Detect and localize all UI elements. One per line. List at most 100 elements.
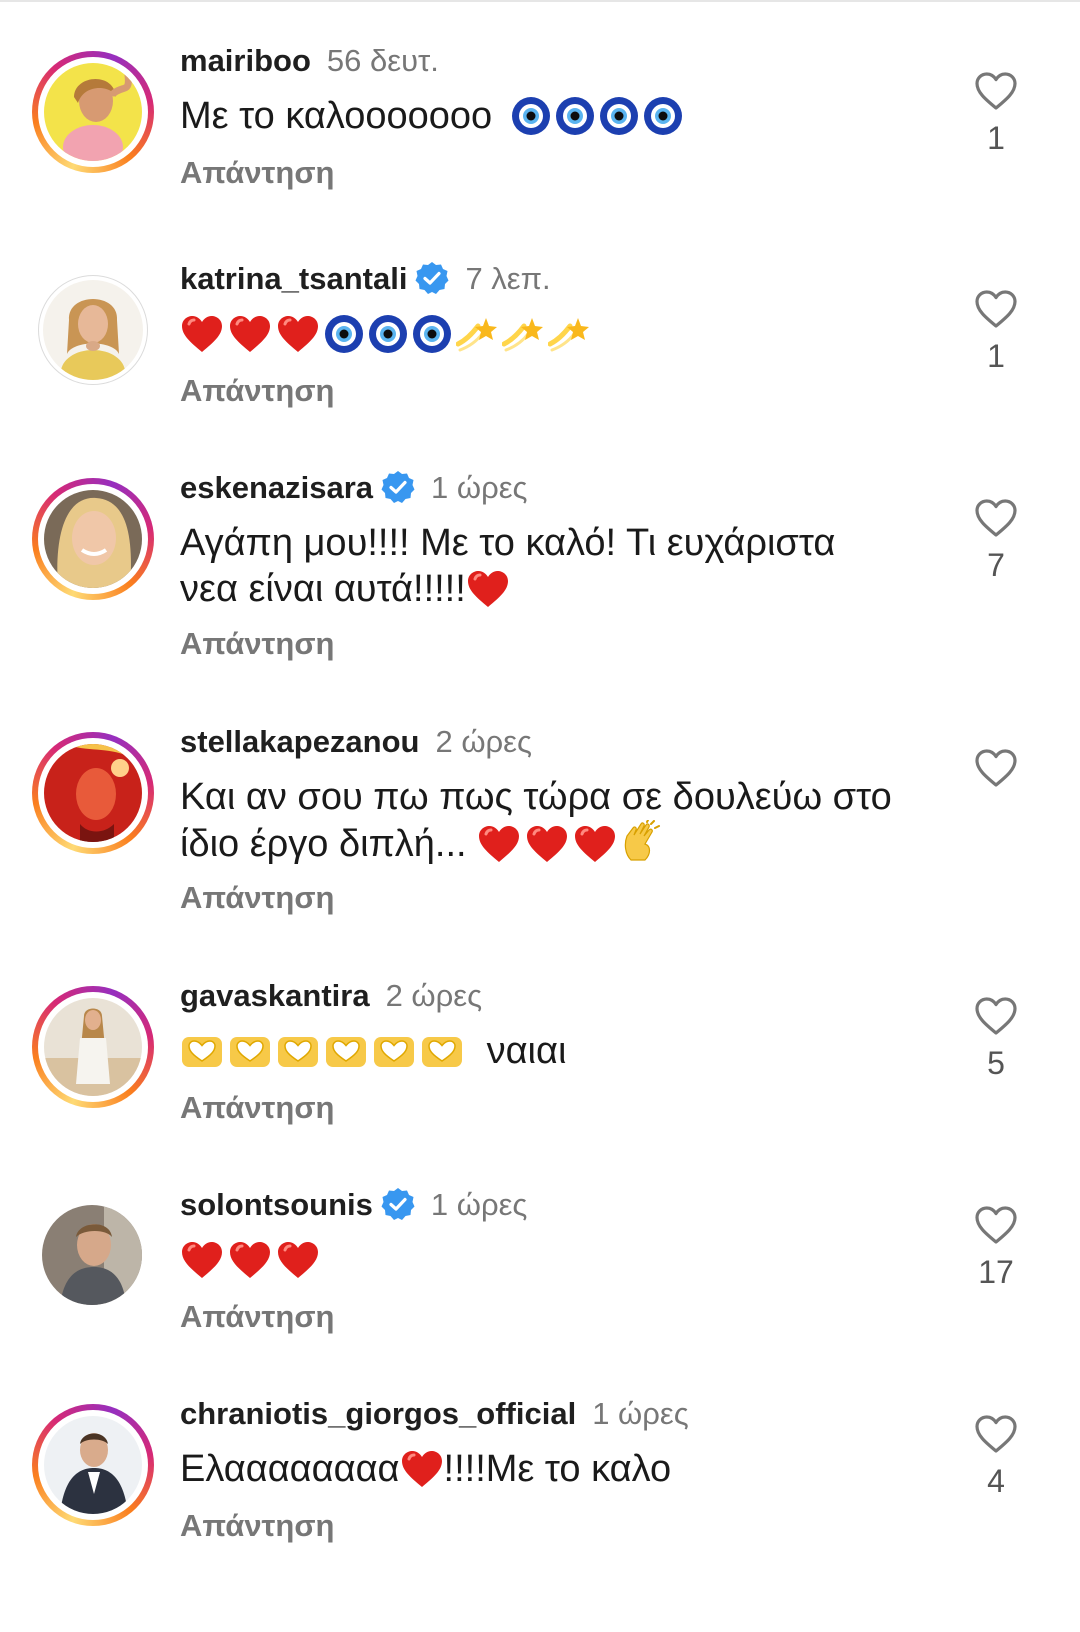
verified-badge-icon [381, 1187, 415, 1221]
nazar-emoji [324, 314, 364, 354]
timestamp: 1 ώρες [430, 1187, 528, 1222]
like-count: 7 [987, 547, 1005, 583]
comment-text: Με το καλοοοοοοο [180, 93, 940, 139]
heart-outline-icon[interactable] [974, 1414, 1018, 1454]
like-count: 5 [987, 1045, 1005, 1081]
avatar[interactable] [32, 51, 154, 173]
like-control [966, 748, 1026, 797]
username[interactable]: mairiboo [180, 43, 311, 78]
reply-button[interactable]: Απάντηση [180, 624, 334, 664]
red-heart-emoji [525, 824, 569, 864]
timestamp: 2 ώρες [435, 724, 532, 759]
heart-hands-emoji [228, 1033, 272, 1069]
username[interactable]: stellakapezanou [180, 724, 419, 759]
emoji-row [511, 95, 687, 137]
heart-outline-icon[interactable] [974, 748, 1018, 788]
red-heart-emoji [477, 824, 521, 864]
heart-hands-emoji [180, 1033, 224, 1069]
heart-hands-emoji [324, 1033, 368, 1069]
avatar[interactable] [32, 1195, 154, 1317]
like-count: 1 [987, 120, 1005, 156]
comment-text: ναιαι [180, 1028, 940, 1074]
username[interactable]: chraniotis_giorgos_official [180, 1396, 576, 1431]
avatar[interactable] [32, 732, 154, 854]
shooting-star-emoji [548, 314, 590, 354]
nazar-emoji [599, 96, 639, 136]
top-divider [0, 0, 1080, 2]
comment-text: Και αν σου πω πως τώρα σε δουλεύω στο ίδ… [180, 776, 892, 865]
heart-outline-icon[interactable] [974, 71, 1018, 111]
heart-hands-emoji [372, 1033, 416, 1069]
red-heart-emoji [180, 314, 224, 354]
username[interactable]: eskenazisara [180, 470, 373, 505]
nazar-emoji [555, 96, 595, 136]
comment-item: chraniotis_giorgos_official 1 ώρες Ελαααα… [0, 1396, 1080, 1598]
reply-button[interactable]: Απάντηση [180, 371, 334, 411]
comment-item: solontsounis 1 ώρες Απάντηση 17 [0, 1187, 1080, 1389]
heart-hands-emoji [420, 1033, 464, 1069]
red-heart-emoji [573, 824, 617, 864]
reply-button[interactable]: Απάντηση [180, 1506, 334, 1546]
comment-text: Αγάπη μου!!!! Με το καλό! Τι ευχάριστα ν… [180, 522, 836, 610]
red-heart-emoji [228, 1240, 272, 1280]
reply-button[interactable]: Απάντηση [180, 153, 334, 193]
nazar-emoji [368, 314, 408, 354]
comment-header: gavaskantira 2 ώρες [180, 976, 482, 1016]
avatar-photo [44, 744, 142, 842]
avatar-photo [44, 490, 142, 588]
shooting-star-emoji [502, 314, 544, 354]
like-control: 5 [966, 996, 1026, 1082]
nazar-emoji [643, 96, 683, 136]
timestamp: 7 λεπ. [465, 261, 551, 296]
comment-header: solontsounis 1 ώρες [180, 1185, 527, 1225]
username[interactable]: gavaskantira [180, 978, 370, 1013]
verified-badge-icon [415, 261, 449, 295]
avatar[interactable] [32, 1404, 154, 1526]
username[interactable]: solontsounis [180, 1187, 373, 1222]
avatar-photo [42, 1205, 142, 1305]
red-heart-emoji [400, 1449, 444, 1489]
timestamp: 1 ώρες [592, 1396, 689, 1431]
timestamp: 2 ώρες [385, 978, 483, 1013]
nazar-emoji [412, 314, 452, 354]
red-heart-emoji [228, 314, 272, 354]
comment-item: gavaskantira 2 ώρες ναιαι Απάντηση 5 [0, 978, 1080, 1180]
like-control: 1 [966, 71, 1026, 157]
comment-item: katrina_tsantali 7 λεπ. Απάντηση 1 [0, 261, 1080, 463]
comment-item: stellakapezanou 2 ώρες Και αν σου πω πως … [0, 724, 1080, 926]
red-heart-emoji [276, 314, 320, 354]
clapping-hands-emoji [621, 820, 661, 864]
red-heart-emoji [466, 569, 510, 609]
heart-outline-icon[interactable] [974, 1205, 1018, 1245]
heart-outline-icon[interactable] [974, 498, 1018, 538]
timestamp: 56 δευτ. [326, 43, 439, 78]
comment-item: eskenazisara 1 ώρες Αγάπη μου!!!! Με το κ… [0, 470, 1080, 672]
heart-outline-icon[interactable] [974, 289, 1018, 329]
avatar-photo [44, 1416, 142, 1514]
comment-header: mairiboo 56 δευτ. [180, 41, 439, 81]
shooting-star-emoji [456, 314, 498, 354]
comment-header: katrina_tsantali 7 λεπ. [180, 259, 551, 299]
red-heart-emoji [180, 1240, 224, 1280]
like-control: 17 [966, 1205, 1026, 1291]
nazar-emoji [511, 96, 551, 136]
avatar[interactable] [32, 986, 154, 1108]
comment-header: chraniotis_giorgos_official 1 ώρες [180, 1394, 689, 1434]
like-count: 4 [987, 1463, 1005, 1499]
verified-badge-icon [381, 470, 415, 504]
avatar-photo [44, 998, 142, 1096]
avatar[interactable] [32, 269, 154, 391]
red-heart-emoji [276, 1240, 320, 1280]
comment-item: mairiboo 56 δευτ. Με το καλοοοοοοο Απάντη… [0, 43, 1080, 245]
reply-button[interactable]: Απάντηση [180, 1088, 334, 1128]
reply-button[interactable]: Απάντηση [180, 1297, 334, 1337]
like-count: 17 [978, 1254, 1014, 1290]
like-count: 1 [987, 338, 1005, 374]
heart-outline-icon[interactable] [974, 996, 1018, 1036]
avatar[interactable] [32, 478, 154, 600]
reply-button[interactable]: Απάντηση [180, 878, 334, 918]
like-control: 1 [966, 289, 1026, 375]
comment-header: stellakapezanou 2 ώρες [180, 722, 532, 762]
username[interactable]: katrina_tsantali [180, 261, 407, 296]
avatar-photo [43, 280, 143, 380]
